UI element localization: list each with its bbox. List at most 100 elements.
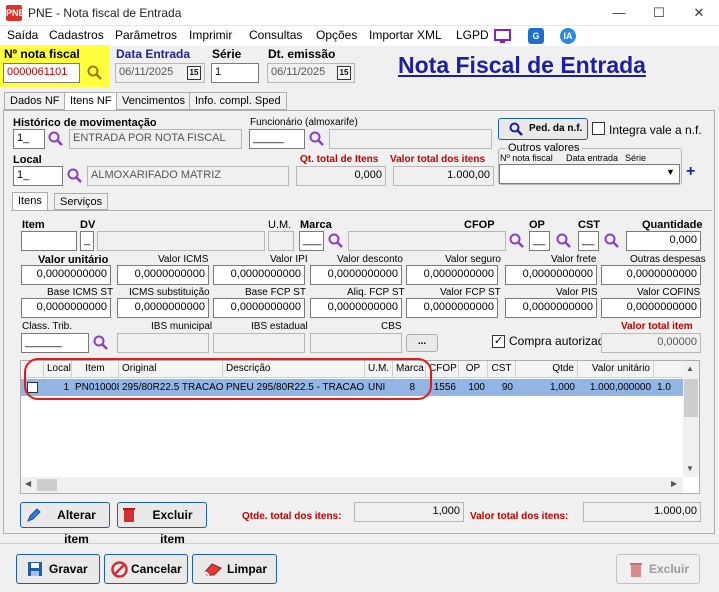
tab-vencimentos[interactable]: Vencimentos xyxy=(116,92,191,110)
cbs-ellipsis-button[interactable]: ... xyxy=(406,334,438,352)
window-title: PNE - Nota fiscal de Entrada xyxy=(28,6,182,20)
g-badge-icon[interactable]: G xyxy=(528,28,544,44)
search-icon[interactable] xyxy=(509,233,525,249)
item-input[interactable] xyxy=(21,231,77,251)
search-icon[interactable] xyxy=(604,233,620,249)
integra-checkbox[interactable] xyxy=(592,122,605,135)
menu-imprimir[interactable]: Imprimir xyxy=(189,28,232,42)
compra-autorizada-checkbox[interactable]: ✓ xyxy=(492,335,505,348)
serie-input[interactable]: 1 xyxy=(211,63,259,83)
tab-dados-nf[interactable]: Dados NF xyxy=(4,92,66,110)
valor-ipi-input[interactable]: 0,0000000000 xyxy=(213,265,305,285)
base-fcp-st-input[interactable]: 0,0000000000 xyxy=(213,298,305,318)
scroll-left-icon[interactable]: ◀ xyxy=(25,479,31,488)
scroll-up-icon[interactable]: ▲ xyxy=(686,364,694,373)
valor-pis-input[interactable]: 0,0000000000 xyxy=(505,298,597,318)
subtab-itens[interactable]: Itens xyxy=(12,192,48,210)
valor-seguro-input[interactable]: 0,0000000000 xyxy=(406,265,498,285)
dv-input[interactable]: _ xyxy=(80,231,94,251)
valor-unitario-input[interactable]: 0,0000000000 xyxy=(21,265,111,285)
search-icon[interactable] xyxy=(93,335,109,351)
ped-nf-button[interactable]: Ped. da n.f. xyxy=(498,118,588,140)
quantidade-input[interactable]: 0,000 xyxy=(626,231,701,251)
menu-cadastros[interactable]: Cadastros xyxy=(49,28,104,42)
op-label: OP xyxy=(529,219,545,231)
excluir-button[interactable]: Excluir xyxy=(616,554,700,584)
aliq-fcp-st-label: Aliq. FCP ST xyxy=(347,287,405,298)
excluir-label: Excluir xyxy=(649,562,690,576)
qt-total-label: Qt. total de Itens xyxy=(300,154,379,165)
grid-col-qtde[interactable]: Qtde xyxy=(516,361,578,377)
alterar-item-button[interactable]: Alterar item xyxy=(20,502,110,546)
cbs-input xyxy=(310,333,402,353)
tab-itens-nf[interactable]: Itens NF xyxy=(64,92,118,111)
search-icon[interactable] xyxy=(67,168,83,184)
ia-badge-icon[interactable]: IA xyxy=(560,28,576,44)
chevron-down-icon[interactable]: ▼ xyxy=(666,167,675,177)
add-icon[interactable]: + xyxy=(686,163,695,181)
tab-info-compl-sped[interactable]: Info. compl. Sped xyxy=(189,92,287,110)
integra-label: Integra vale a n.f. xyxy=(609,123,702,137)
menu-importar-xml[interactable]: Importar XML xyxy=(369,28,442,42)
subtab-servicos[interactable]: Serviços xyxy=(54,193,109,210)
scrollbar-thumb[interactable] xyxy=(684,379,698,417)
calendar-icon[interactable]: 15 xyxy=(187,66,201,80)
valor-cofins-input[interactable]: 0,0000000000 xyxy=(601,298,701,318)
icms-substituicao-input[interactable]: 0,0000000000 xyxy=(117,298,209,318)
calendar-icon[interactable]: 15 xyxy=(337,66,351,80)
grid-col-cst[interactable]: CST xyxy=(488,361,516,377)
aliq-fcp-st-input[interactable]: 0,0000000000 xyxy=(310,298,402,318)
footer-divider xyxy=(0,543,719,544)
cst-input[interactable]: __ xyxy=(578,231,599,251)
cancelar-button[interactable]: Cancelar xyxy=(104,554,188,584)
valor-frete-label: Valor frete xyxy=(551,254,597,265)
valor-total-itens-label: Valor total dos itens: xyxy=(470,511,569,522)
icms-substituicao-label: ICMS substituição xyxy=(129,287,210,298)
menu-opcoes[interactable]: Opções xyxy=(316,28,357,42)
hscrollbar-thumb[interactable] xyxy=(37,479,57,491)
grid-col-valor-unitario[interactable]: Valor unitário xyxy=(578,361,654,377)
nota-input[interactable]: 0000061101 xyxy=(3,63,80,83)
base-icms-st-input[interactable]: 0,0000000000 xyxy=(21,298,111,318)
cell-cst: 90 xyxy=(501,382,513,393)
maximize-button[interactable]: ☐ xyxy=(639,0,679,26)
menu-consultas[interactable]: Consultas xyxy=(249,28,302,42)
title-bar: PNE PNE - Nota fiscal de Entrada — ☐ ✕ xyxy=(0,0,719,26)
valor-ipi-label: Valor IPI xyxy=(270,254,308,265)
search-icon xyxy=(509,122,523,136)
outros-col-serie: Série xyxy=(625,153,647,163)
scroll-down-icon[interactable]: ▼ xyxy=(686,464,694,473)
horizontal-scrollbar[interactable] xyxy=(21,477,683,493)
search-icon[interactable] xyxy=(556,233,572,249)
valor-total-label: Valor total dos itens xyxy=(390,154,486,165)
outros-valores-select[interactable] xyxy=(499,164,680,184)
search-icon[interactable] xyxy=(328,233,344,249)
cst-label: CST xyxy=(578,219,600,231)
marca-input[interactable]: ___ xyxy=(299,231,324,251)
scroll-right-icon[interactable]: ▶ xyxy=(671,479,677,488)
valor-frete-input[interactable]: 0,0000000000 xyxy=(505,265,597,285)
search-icon[interactable] xyxy=(87,65,103,81)
local-code-input[interactable]: 1_ xyxy=(13,166,63,186)
valor-desconto-label: Valor desconto xyxy=(337,254,403,265)
valor-icms-input[interactable]: 0,0000000000 xyxy=(117,265,209,285)
gravar-button[interactable]: Gravar xyxy=(16,554,100,584)
op-input[interactable]: __ xyxy=(529,231,550,251)
menu-saida[interactable]: Saída xyxy=(7,28,38,42)
excluir-item-button[interactable]: Excluir item xyxy=(117,502,207,546)
limpar-button[interactable]: Limpar xyxy=(192,554,277,584)
menu-lgpd[interactable]: LGPD xyxy=(456,28,489,42)
monitor-icon[interactable] xyxy=(494,29,511,44)
outras-despesas-input[interactable]: 0,0000000000 xyxy=(601,265,701,285)
minimize-button[interactable]: — xyxy=(599,0,639,26)
menu-parametros[interactable]: Parâmetros xyxy=(115,28,177,42)
search-icon[interactable] xyxy=(48,131,64,147)
valor-desconto-input[interactable]: 0,0000000000 xyxy=(310,265,402,285)
valor-fcp-st-input[interactable]: 0,0000000000 xyxy=(406,298,498,318)
grid-col-op[interactable]: OP xyxy=(459,361,488,377)
historico-code-input[interactable]: 1_ xyxy=(13,129,45,149)
funcionario-code-input[interactable]: _____ xyxy=(249,129,305,149)
search-icon[interactable] xyxy=(309,131,325,147)
class-trib-input[interactable]: ______ xyxy=(21,333,89,353)
close-button[interactable]: ✕ xyxy=(679,0,719,26)
